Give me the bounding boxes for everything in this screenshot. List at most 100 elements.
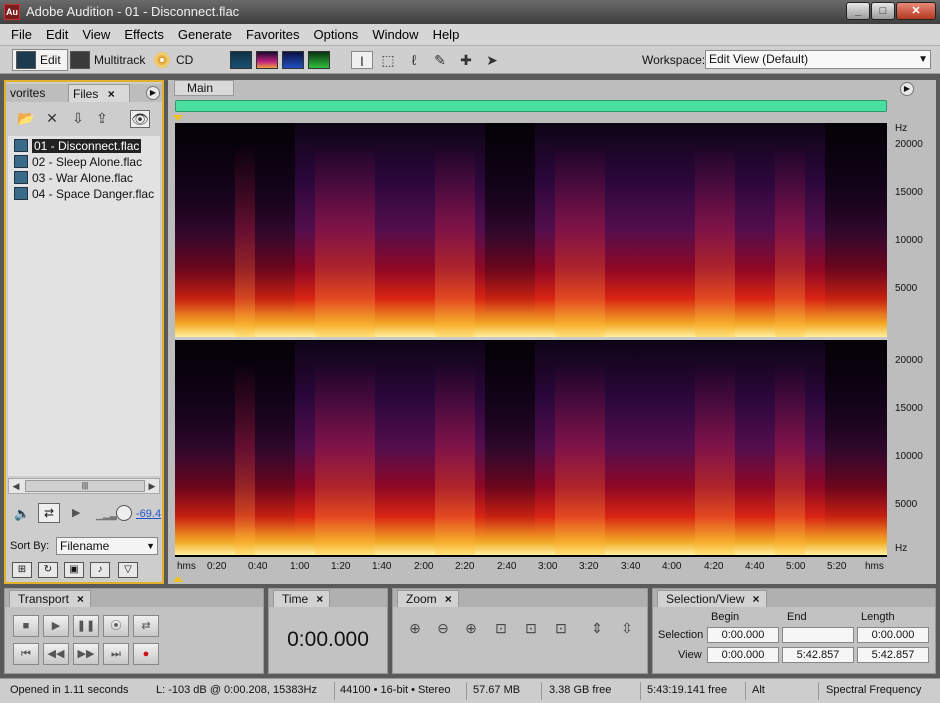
right-channel[interactable]	[175, 341, 887, 555]
time-ruler[interactable]: hms 0:20 0:40 1:00 1:20 1:40 2:00 2:20 2…	[175, 558, 887, 578]
speaker-icon[interactable]: 🔈	[14, 506, 30, 522]
show-options-icon[interactable]: 👁	[130, 110, 150, 128]
list-item[interactable]: 02 - Sleep Alone.flac	[14, 154, 142, 170]
spectral-frequency-view-icon[interactable]	[256, 51, 278, 69]
tab-main[interactable]: Main	[174, 80, 234, 96]
sort-by-select[interactable]: Filename ▼	[56, 537, 158, 555]
zoom-out-full-icon[interactable]: ⊖	[431, 617, 455, 639]
zoom-selection-icon[interactable]: ⊡	[489, 617, 513, 639]
end-header: End	[787, 611, 807, 623]
close-file-icon[interactable]: ✕	[42, 110, 62, 128]
go-to-end-button[interactable]: ⏭	[103, 643, 129, 665]
panel-menu-icon[interactable]: ▶	[146, 86, 160, 100]
view-length-field[interactable]: 5:42.857	[857, 647, 929, 663]
horizontal-scrollbar[interactable]: ◀ ||| ▶	[8, 478, 160, 494]
scroll-right-icon[interactable]: ▶	[145, 479, 159, 493]
edit-view-button[interactable]: Edit	[12, 49, 68, 71]
show-loops-icon[interactable]: ↻	[38, 562, 58, 578]
panel-menu-icon[interactable]: ▶	[900, 82, 914, 96]
import-icon[interactable]: ⇩	[68, 110, 88, 128]
waveform-view-icon[interactable]	[230, 51, 252, 69]
status-format: 44100 • 16-bit • Stereo	[340, 684, 451, 696]
tab-selection-view[interactable]: Selection/View ×	[657, 590, 767, 607]
record-button[interactable]: ●	[133, 643, 159, 665]
menu-generate[interactable]: Generate	[171, 27, 239, 42]
zoom-right-edge-icon[interactable]: ⊡	[549, 617, 573, 639]
zoom-left-edge-icon[interactable]: ⊡	[519, 617, 543, 639]
close-tab-icon[interactable]: ×	[316, 592, 323, 606]
filter-icon[interactable]: ▽	[118, 562, 138, 578]
close-tab-icon[interactable]: ×	[108, 87, 115, 101]
rewind-button[interactable]: ◀◀	[43, 643, 69, 665]
left-channel[interactable]	[175, 123, 887, 337]
play-button[interactable]: ▶	[43, 615, 69, 637]
spectral-phase-view-icon[interactable]	[308, 51, 330, 69]
selection-end-field[interactable]	[782, 627, 854, 643]
spectral-display[interactable]	[175, 123, 887, 557]
menu-help[interactable]: Help	[426, 27, 467, 42]
menu-favorites[interactable]: Favorites	[239, 27, 306, 42]
tab-time[interactable]: Time ×	[273, 590, 331, 607]
workspace-select[interactable]: Edit View (Default) ▼	[705, 50, 931, 69]
view-end-field[interactable]: 5:42.857	[782, 647, 854, 663]
scrub-tool-icon[interactable]: ➤	[481, 51, 503, 69]
scroll-left-icon[interactable]: ◀	[9, 479, 23, 493]
zoom-out-vertical-icon[interactable]: ⇳	[615, 617, 639, 639]
close-tab-icon[interactable]: ×	[753, 592, 760, 606]
spectral-pan-view-icon[interactable]	[282, 51, 304, 69]
show-midi-icon[interactable]: ♪	[90, 562, 110, 578]
menu-window[interactable]: Window	[365, 27, 425, 42]
show-video-icon[interactable]: ▣	[64, 562, 84, 578]
scroll-thumb[interactable]: |||	[25, 480, 145, 492]
show-audio-icon[interactable]: ⊞	[12, 562, 32, 578]
menu-effects[interactable]: Effects	[117, 27, 171, 42]
pause-button[interactable]: ❚❚	[73, 615, 99, 637]
zoom-in-vertical-icon[interactable]: ⇕	[585, 617, 609, 639]
fast-forward-button[interactable]: ▶▶	[73, 643, 99, 665]
insert-multitrack-icon[interactable]: ⇪	[92, 110, 112, 128]
play-to-end-button[interactable]: ⦿	[103, 615, 129, 637]
view-begin-field[interactable]: 0:00.000	[707, 647, 779, 663]
tab-zoom[interactable]: Zoom ×	[397, 590, 459, 607]
multitrack-view-button[interactable]: Multitrack	[70, 49, 145, 71]
close-window-button[interactable]: ✕	[896, 2, 936, 20]
main-toolbar: Edit Multitrack CD I ⬚ ℓ ✎ ✚ ➤ Workspace…	[0, 46, 940, 74]
volume-value[interactable]: -69.4	[136, 508, 161, 520]
end-marker-icon[interactable]	[173, 576, 183, 582]
cd-view-button[interactable]: CD	[154, 49, 193, 71]
tab-favorites[interactable]: vorites	[6, 84, 49, 102]
start-marker-icon[interactable]	[173, 115, 183, 121]
overview-bar[interactable]	[175, 100, 887, 112]
open-file-icon[interactable]: 📂	[16, 110, 36, 128]
go-to-start-button[interactable]: ⏮	[13, 643, 39, 665]
stop-button[interactable]: ■	[13, 615, 39, 637]
minimize-button[interactable]: _	[846, 2, 870, 20]
volume-knob[interactable]	[116, 505, 132, 521]
menu-edit[interactable]: Edit	[39, 27, 75, 42]
menu-options[interactable]: Options	[307, 27, 366, 42]
tab-transport[interactable]: Transport ×	[9, 590, 91, 607]
list-item[interactable]: 04 - Space Danger.flac	[14, 186, 154, 202]
lasso-tool-icon[interactable]: ℓ	[403, 51, 425, 69]
loop-icon[interactable]: ⇄	[38, 503, 60, 523]
menu-file[interactable]: File	[4, 27, 39, 42]
close-tab-icon[interactable]: ×	[77, 592, 84, 606]
marquee-tool-icon[interactable]: ⬚	[377, 51, 399, 69]
list-item[interactable]: 01 - Disconnect.flac	[14, 138, 142, 154]
spot-healing-icon[interactable]: ✚	[455, 51, 477, 69]
loop-button[interactable]: ⇄	[133, 615, 159, 637]
edit-view-icon	[16, 51, 36, 69]
tab-files[interactable]: Files ×	[68, 84, 130, 102]
sort-by-label: Sort By:	[10, 540, 50, 552]
time-selection-tool-icon[interactable]: I	[351, 51, 373, 69]
zoom-in-icon[interactable]: ⊕	[459, 617, 483, 639]
close-tab-icon[interactable]: ×	[445, 592, 452, 606]
brush-tool-icon[interactable]: ✎	[429, 51, 451, 69]
maximize-button[interactable]: □	[871, 2, 895, 20]
play-icon[interactable]: ▶	[72, 506, 80, 519]
list-item[interactable]: 03 - War Alone.flac	[14, 170, 133, 186]
selection-length-field[interactable]: 0:00.000	[857, 627, 929, 643]
zoom-in-amplitude-icon[interactable]: ⊕	[403, 617, 427, 639]
menu-view[interactable]: View	[75, 27, 117, 42]
selection-begin-field[interactable]: 0:00.000	[707, 627, 779, 643]
